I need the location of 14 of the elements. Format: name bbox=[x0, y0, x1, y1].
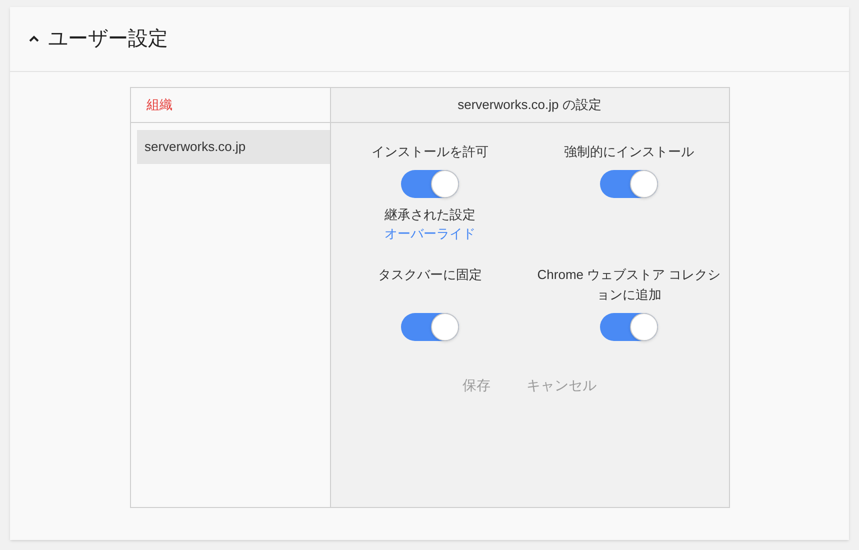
inherited-note: 継承された設定 bbox=[384, 206, 476, 224]
toggle-switch[interactable] bbox=[600, 170, 658, 198]
panel-title: serverworks.co.jp の設定 bbox=[458, 96, 602, 114]
column-header: 組織 bbox=[146, 96, 172, 114]
setting-label: Chrome ウェブストア コレクションに追加 bbox=[536, 266, 722, 304]
override-link[interactable]: オーバーライド bbox=[384, 224, 476, 243]
toggle-switch[interactable] bbox=[600, 313, 658, 341]
setting-label: インストールを許可 bbox=[372, 143, 488, 161]
toggle-switch[interactable] bbox=[401, 313, 459, 341]
setting-label: 強制的にインストール bbox=[564, 143, 694, 161]
toggle-switch[interactable] bbox=[401, 170, 459, 198]
org-item[interactable]: serverworks.co.jp bbox=[136, 130, 330, 164]
setting-label: タスクバーに固定 bbox=[378, 266, 482, 284]
section-title: ユーザー設定 bbox=[48, 27, 168, 52]
